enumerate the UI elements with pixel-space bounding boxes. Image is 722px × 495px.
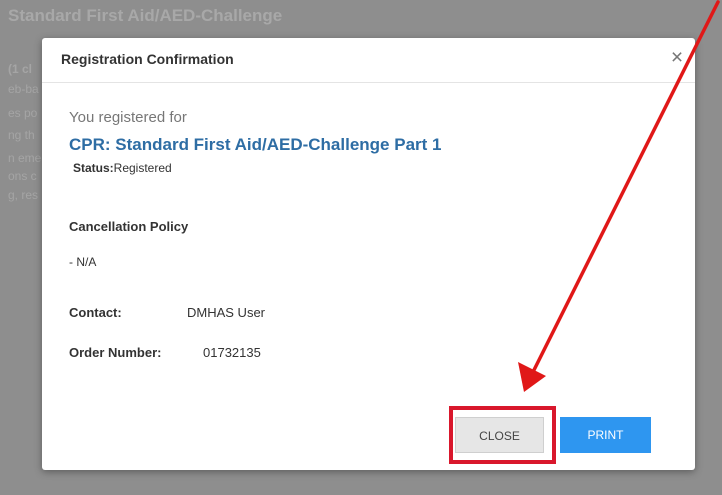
dialog-title: Registration Confirmation	[61, 51, 234, 67]
background-text-line: (1 cl	[8, 62, 33, 76]
background-text-line: ons c	[8, 169, 37, 183]
print-button[interactable]: PRINT	[560, 417, 651, 453]
background-text-line: n eme	[8, 151, 42, 165]
cancellation-policy-heading: Cancellation Policy	[69, 219, 189, 234]
close-button[interactable]: CLOSE	[455, 417, 544, 453]
dialog-header: Registration Confirmation ×	[42, 38, 695, 83]
background-text-line: es po	[8, 106, 38, 120]
order-number-value: 01732135	[203, 345, 261, 360]
close-icon[interactable]: ×	[665, 44, 689, 72]
status-label: Status:	[73, 161, 114, 175]
cancellation-policy-value: - N/A	[69, 255, 97, 269]
registration-intro: You registered for	[69, 109, 187, 126]
background-page-title: Standard First Aid/AED-Challenge	[8, 6, 283, 25]
background-text-line: g, res	[8, 188, 39, 202]
contact-value: DMHAS User	[187, 305, 266, 320]
course-name: CPR: Standard First Aid/AED-Challenge Pa…	[69, 135, 442, 154]
registration-status: Status:Registered	[73, 161, 172, 175]
background-text-line: eb-ba	[8, 82, 39, 96]
registration-confirmation-dialog: Registration Confirmation × You register…	[42, 38, 695, 470]
order-number-label: Order Number:	[69, 345, 162, 360]
background-text-line: ng th	[8, 128, 35, 142]
status-value: Registered	[113, 161, 172, 175]
contact-label: Contact:	[69, 305, 122, 320]
